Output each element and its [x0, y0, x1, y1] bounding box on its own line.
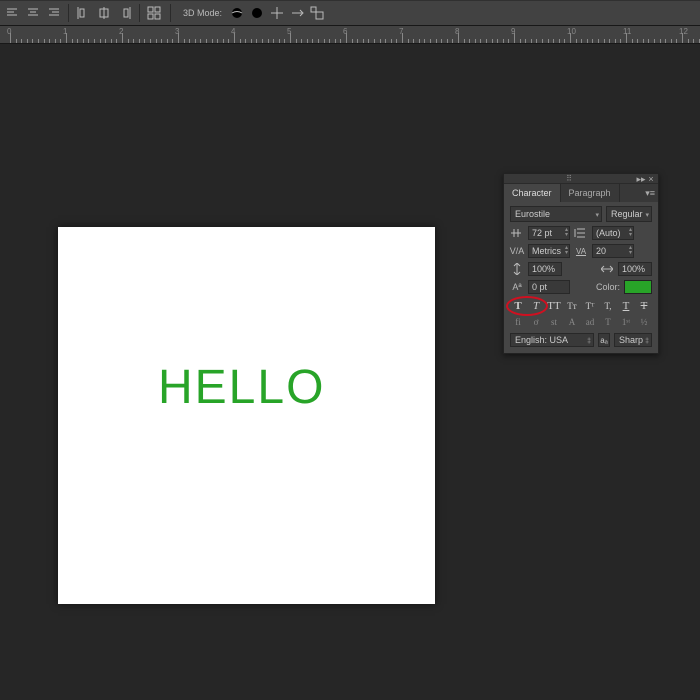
leading-icon [574, 226, 588, 240]
font-style-select[interactable]: Regular▾ [606, 206, 652, 222]
ruler-horizontal: 0123456789101112 [0, 26, 700, 44]
vscale-icon [510, 262, 524, 276]
color-label: Color: [596, 282, 620, 292]
3d-slide-icon[interactable] [288, 4, 306, 22]
panel-tabs: Character Paragraph ▾≡ [504, 184, 658, 202]
paragraph-right-icon[interactable] [44, 4, 62, 22]
type-style-row: T T TT Tᴛ Tᵀ T, T Ŧ [510, 298, 652, 313]
font-family-select[interactable]: Eurostile▾ [510, 206, 602, 222]
tracking-input[interactable]: 20▴▾ [592, 244, 634, 258]
3d-pan-icon[interactable] [268, 4, 286, 22]
3d-scale-icon[interactable] [308, 4, 326, 22]
kerning-icon: V/A [510, 244, 524, 258]
flyout-menu-icon[interactable]: ▾≡ [645, 188, 655, 199]
font-size-icon [510, 226, 524, 240]
close-icon[interactable]: × [646, 174, 656, 184]
opentype-row: fi ơ st A ad T 1ˢᵗ ½ [510, 315, 652, 329]
superscript-button[interactable]: Tᵀ [582, 298, 598, 313]
tracking-icon: VA [574, 244, 588, 258]
titling-alt-button[interactable]: T [600, 315, 616, 329]
leading-input[interactable]: (Auto)▴▾ [592, 226, 634, 240]
distribute-left-icon[interactable] [75, 4, 93, 22]
panel-titlebar[interactable]: ⠿ ▸▸ × [504, 174, 658, 184]
paragraph-left-icon[interactable] [4, 4, 22, 22]
mode-label: 3D Mode: [183, 8, 222, 18]
allcaps-button[interactable]: TT [546, 298, 562, 313]
baseline-icon: Aª [510, 280, 524, 294]
font-size-input[interactable]: 72 pt▴▾ [528, 226, 570, 240]
auto-align-icon[interactable] [146, 4, 164, 22]
hscale-input[interactable]: 100% [618, 262, 652, 276]
tab-character[interactable]: Character [504, 184, 561, 202]
3d-rotate-icon[interactable] [248, 4, 266, 22]
italic-button[interactable]: T [528, 298, 544, 313]
swash-button[interactable]: A [564, 315, 580, 329]
paragraph-center-icon[interactable] [24, 4, 42, 22]
vscale-input[interactable]: 100% [528, 262, 562, 276]
collapse-icon[interactable]: ▸▸ [636, 174, 646, 184]
smallcaps-button[interactable]: Tᴛ [564, 298, 580, 313]
ligatures-button[interactable]: fi [510, 315, 526, 329]
antialiasing-icon: aₐ [598, 333, 610, 347]
options-bar: 3D Mode: [0, 0, 700, 26]
3d-orbit-icon[interactable] [228, 4, 246, 22]
distribute-center-icon[interactable] [95, 4, 113, 22]
contextual-alt-button[interactable]: ơ [528, 315, 544, 329]
antialiasing-select[interactable]: Sharp‡ [614, 333, 652, 347]
baseline-input[interactable]: 0 pt [528, 280, 570, 294]
discretionary-lig-button[interactable]: st [546, 315, 562, 329]
hscale-icon [600, 262, 614, 276]
text-layer[interactable]: HELLO [158, 360, 325, 415]
text-color-swatch[interactable] [624, 280, 652, 294]
tab-paragraph[interactable]: Paragraph [561, 184, 620, 202]
stylistic-alt-button[interactable]: ad [582, 315, 598, 329]
subscript-button[interactable]: T, [600, 298, 616, 313]
ordinals-button[interactable]: 1ˢᵗ [618, 315, 634, 329]
character-panel: ⠿ ▸▸ × Character Paragraph ▾≡ Eurostile▾… [503, 173, 659, 354]
kerning-input[interactable]: Metrics▴▾ [528, 244, 570, 258]
distribute-right-icon[interactable] [115, 4, 133, 22]
fractions-button[interactable]: ½ [636, 315, 652, 329]
bold-button[interactable]: T [510, 298, 526, 313]
underline-button[interactable]: T [618, 298, 634, 313]
language-select[interactable]: English: USA‡ [510, 333, 594, 347]
strikethrough-button[interactable]: Ŧ [636, 298, 652, 313]
canvas[interactable]: HELLO [58, 227, 435, 604]
